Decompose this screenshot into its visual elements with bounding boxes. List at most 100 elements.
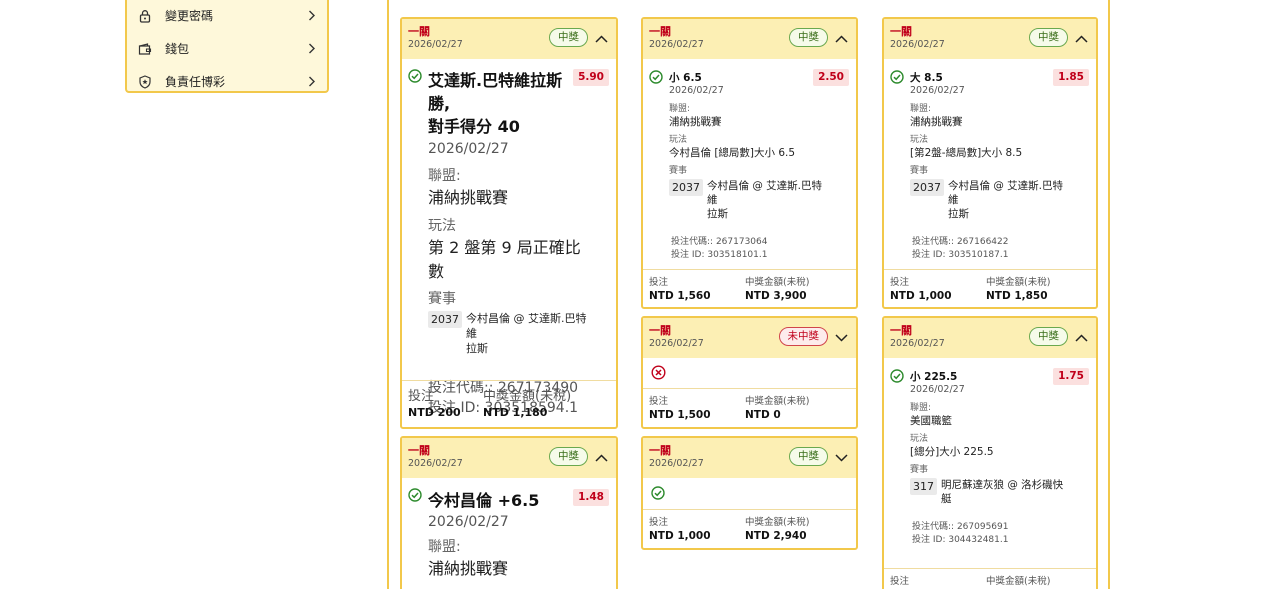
- play-label: 玩法: [669, 135, 688, 145]
- event-id: 2037: [669, 179, 703, 196]
- bet-code-label: 投注代碼::: [912, 237, 957, 247]
- payout-label: 中獎金額(未稅): [483, 389, 572, 404]
- selection-date: 2026/02/27: [910, 85, 965, 96]
- play-value: 今村昌倫 [總局數]大小 6.5: [669, 147, 796, 159]
- event-name-continued: 拉斯: [707, 208, 728, 220]
- event-id: 317: [910, 478, 937, 495]
- bet-card-header[interactable]: 一關 2026/02/27 未中獎: [643, 318, 856, 358]
- check-circle-icon: [890, 70, 904, 84]
- chevron-up-icon[interactable]: [835, 32, 848, 45]
- status-badge: 中獎: [1029, 327, 1068, 346]
- status-badge: 中獎: [1029, 28, 1068, 47]
- play-value-continued: 數: [428, 262, 445, 281]
- selection-name-continued: 對手得分 40: [428, 117, 520, 136]
- league-value: 美國職籃: [910, 415, 952, 427]
- event-name-continued: 拉斯: [948, 208, 969, 220]
- status-badge: 中獎: [549, 28, 588, 47]
- payout-label: 中獎金額(未稅): [986, 576, 1051, 587]
- bet-card-header[interactable]: 一關 2026/02/27 中獎: [884, 19, 1096, 59]
- menu-item-change-password[interactable]: 變更密碼: [127, 0, 327, 32]
- payout-value: NTD 0: [745, 409, 781, 421]
- event-row: 2037 今村昌倫 @ 艾達斯.巴特維 拉斯: [428, 311, 588, 356]
- status-badge: 中獎: [549, 447, 588, 466]
- bet-card-header[interactable]: 一關 2026/02/27 中獎: [643, 19, 856, 59]
- chevron-down-icon[interactable]: [835, 331, 848, 344]
- stake-value: NTD 200: [408, 406, 461, 419]
- bet-card-header[interactable]: 一關 2026/02/27 中獎: [884, 318, 1096, 358]
- selection-name: 今村昌倫 +6.5: [428, 491, 540, 510]
- bet-code: 投注代碼:: 267173064: [671, 236, 829, 249]
- selection-date: 2026/02/27: [669, 85, 724, 96]
- league-label: 聯盟:: [669, 104, 691, 114]
- event-label: 賽事: [910, 465, 929, 475]
- event-row: 2037 今村昌倫 @ 艾達斯.巴特維 拉斯: [669, 179, 829, 221]
- bet-card-footer: 投注 NTD 1,000 中獎金額(未稅) NTD 2,940: [643, 509, 856, 548]
- league-label: 聯盟:: [428, 168, 461, 184]
- event-name: 今村昌倫 @ 艾達斯.巴特維: [466, 312, 587, 340]
- payout-value: NTD 1,180: [483, 406, 548, 419]
- check-circle-icon: [890, 369, 904, 383]
- stake-value: NTD 1,560: [649, 290, 711, 302]
- menu-item-wallet[interactable]: 錢包: [127, 32, 327, 65]
- chevron-right-icon: [307, 10, 317, 21]
- play-value: 第 2 盤第 9 局正確比: [428, 238, 581, 257]
- bet-code-value: 267166422: [956, 237, 1009, 247]
- bet-card-footer: 投注 NTD 1,000 中獎金額(未稅) NTD 1,850: [884, 269, 1096, 307]
- event-row: 317 明尼蘇達灰狼 @ 洛杉磯快 艇: [910, 478, 1070, 506]
- bet-card-header[interactable]: 一關 2026/02/27 中獎: [402, 19, 616, 59]
- selection-name: 小 225.5: [910, 371, 958, 383]
- payout-value: NTD 2,940: [745, 530, 807, 542]
- event-name: 今村昌倫 @ 艾達斯.巴特維: [948, 180, 1064, 206]
- status-badge: 未中獎: [778, 327, 828, 346]
- bet-card: 一關 2026/02/27 中獎 大 8.5 2026/02/27 聯盟: 浦納…: [882, 17, 1098, 309]
- payout-value: NTD 3,900: [745, 290, 807, 302]
- play-value: [第2盤-總局數]大小 8.5: [910, 147, 1023, 159]
- bet-history-page: 變更密碼 錢包 負責任博彩 一關 2026/02/27 中獎 艾達斯.巴特維拉斯…: [0, 0, 1280, 589]
- league-label: 聯盟:: [910, 403, 932, 413]
- event-row: 2037 今村昌倫 @ 艾達斯.巴特維 拉斯: [910, 179, 1070, 221]
- selection-date: 2026/02/27: [910, 384, 965, 395]
- league-value: 浦納挑戰賽: [910, 116, 963, 128]
- play-value: [總分]大小 225.5: [910, 446, 994, 458]
- chevron-down-icon[interactable]: [835, 451, 848, 464]
- stake-value: NTD 1,000: [890, 290, 952, 302]
- cross-circle-icon: [651, 365, 666, 380]
- bet-card: 一關 2026/02/27 未中獎 投注 NTD 1,500 中獎金額(未稅) …: [641, 316, 858, 429]
- shield-icon: [138, 74, 152, 89]
- league-value: 浦納挑戰賽: [428, 188, 509, 207]
- chevron-up-icon[interactable]: [595, 451, 608, 464]
- bet-code-label: 投注代碼::: [912, 522, 957, 532]
- check-circle-icon: [408, 488, 422, 502]
- bet-id: 投注 ID: 304432481.1: [912, 534, 1070, 547]
- bet-code-value: 267095691: [956, 522, 1009, 532]
- bet-code: 投注代碼:: 267095691: [912, 521, 1070, 534]
- bet-card-header[interactable]: 一關 2026/02/27 中獎: [402, 438, 616, 478]
- chevron-up-icon[interactable]: [1075, 32, 1088, 45]
- event-label: 賽事: [669, 166, 688, 176]
- wallet-icon: [138, 42, 152, 56]
- bet-card: 一關 2026/02/27 中獎 小 225.5 2026/02/27 聯盟: …: [882, 316, 1098, 589]
- payout-value: NTD 1,850: [986, 290, 1048, 302]
- account-menu: 變更密碼 錢包 負責任博彩: [125, 0, 329, 93]
- lock-icon: [138, 9, 152, 23]
- play-label: 玩法: [910, 434, 929, 444]
- payout-label: 中獎金額(未稅): [745, 277, 810, 288]
- selection-date: 2026/02/27: [428, 141, 509, 157]
- event-label: 賽事: [910, 166, 929, 176]
- selection-name: 艾達斯.巴特維拉斯 勝,: [428, 71, 563, 113]
- bet-card-header[interactable]: 一關 2026/02/27 中獎: [643, 438, 856, 478]
- menu-item-label: 變更密碼: [165, 9, 214, 23]
- chevron-right-icon: [307, 43, 317, 54]
- bet-code-value: 267173064: [715, 237, 768, 247]
- bet-list-panel: 一關 2026/02/27 中獎 艾達斯.巴特維拉斯 勝, 對手得分 40 20…: [387, 0, 1110, 589]
- check-circle-icon: [649, 70, 663, 84]
- bet-card-footer: 投注 中獎金額(未稅): [884, 568, 1096, 589]
- selection-date: 2026/02/27: [428, 514, 509, 530]
- menu-item-responsible-gaming[interactable]: 負責任博彩: [127, 65, 327, 98]
- bet-id-label: 投注 ID:: [912, 535, 949, 545]
- bet-card-footer: 投注 NTD 200 中獎金額(未稅) NTD 1,180: [402, 380, 616, 427]
- bet-card: 一關 2026/02/27 中獎 投注 NTD 1,000 中獎金額(未稅) N…: [641, 436, 858, 550]
- check-circle-icon: [651, 486, 665, 500]
- chevron-up-icon[interactable]: [1075, 331, 1088, 344]
- chevron-up-icon[interactable]: [595, 32, 608, 45]
